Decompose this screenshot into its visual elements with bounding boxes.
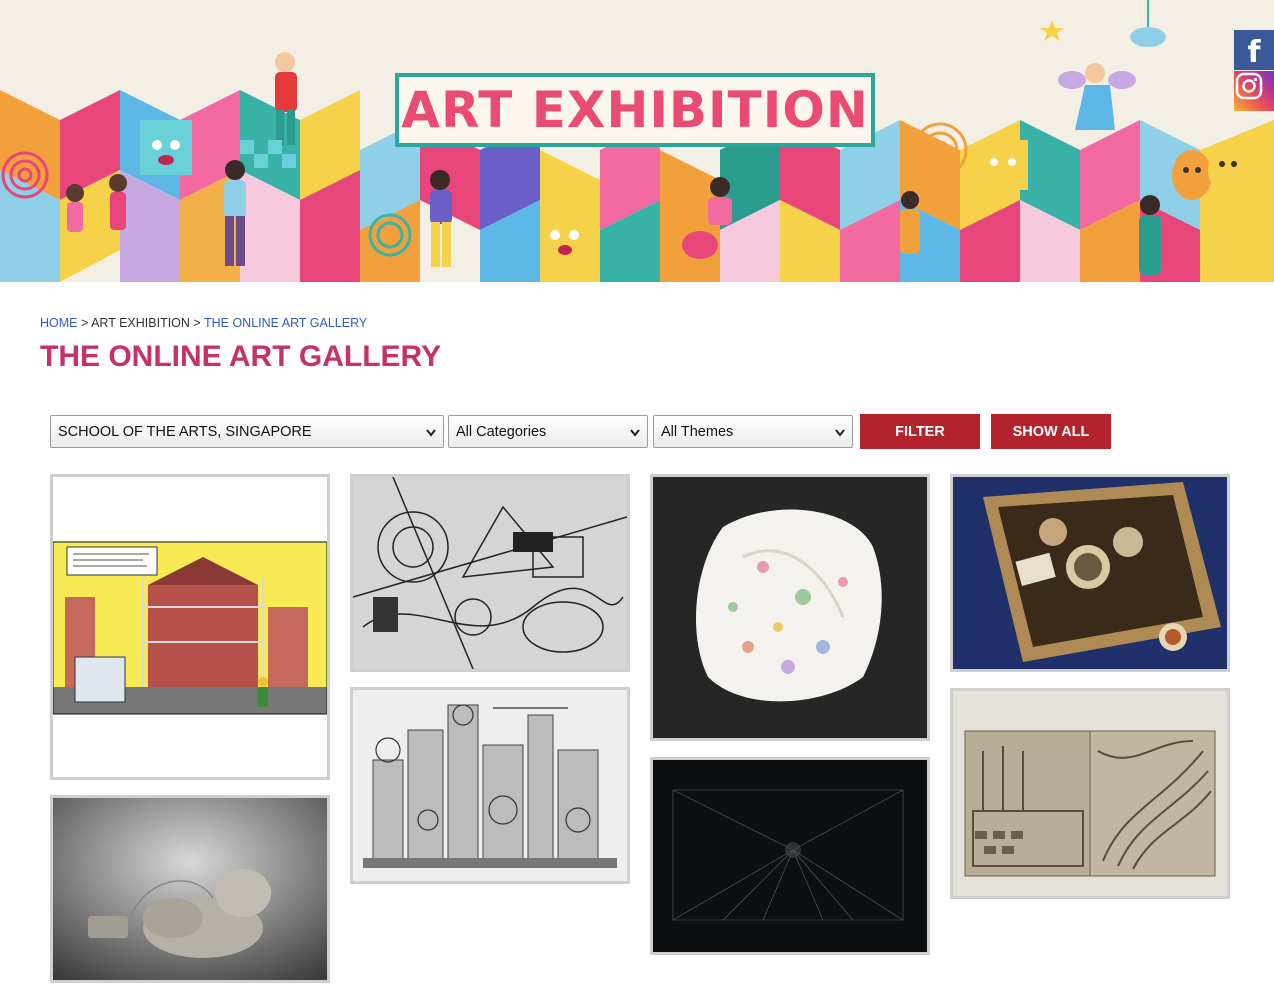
banner-title: ART EXHIBITION: [401, 81, 869, 139]
facebook-link[interactable]: f: [1234, 30, 1274, 70]
artwork-dark-line-diagram: [653, 760, 927, 952]
facebook-icon: f: [1247, 35, 1261, 70]
theme-select[interactable]: All Themes: [653, 415, 853, 448]
theme-select-value: All Themes: [661, 423, 734, 440]
instagram-icon: [1235, 72, 1263, 100]
breadcrumb: HOME > ART EXHIBITION > THE ONLINE ART G…: [40, 316, 367, 330]
artwork-floral-fabric-sculpture: [653, 477, 927, 738]
category-select-value: All Categories: [456, 423, 547, 440]
artwork-relief-tile-sculpture: [953, 691, 1227, 896]
artwork-card[interactable]: [50, 795, 330, 983]
page-title: THE ONLINE ART GALLERY: [40, 340, 442, 373]
artwork-card[interactable]: [650, 474, 930, 741]
school-select[interactable]: SCHOOL OF THE ARTS, SINGAPORE: [50, 415, 444, 448]
breadcrumb-home-link[interactable]: HOME: [40, 316, 78, 330]
show-all-button[interactable]: SHOW ALL: [991, 414, 1111, 449]
artwork-comic-street-scene: [53, 541, 327, 715]
artwork-marbles-in-box-painting: [953, 477, 1227, 669]
chevron-down-icon: [835, 429, 845, 437]
artwork-card[interactable]: [350, 474, 630, 672]
breadcrumb-separator: >: [77, 316, 92, 330]
artwork-card[interactable]: [650, 757, 930, 955]
artwork-card[interactable]: [950, 474, 1230, 672]
category-select[interactable]: All Categories: [448, 415, 648, 448]
banner-title-box: ART EXHIBITION: [395, 73, 875, 147]
breadcrumb-art-exhibition[interactable]: ART EXHIBITION: [91, 316, 190, 330]
school-select-value: SCHOOL OF THE ARTS, SINGAPORE: [58, 423, 312, 440]
chevron-down-icon: [426, 429, 436, 437]
chevron-down-icon: [630, 429, 640, 437]
artwork-card[interactable]: [950, 688, 1230, 899]
breadcrumb-current-link[interactable]: THE ONLINE ART GALLERY: [204, 316, 367, 330]
artwork-card[interactable]: [50, 474, 330, 780]
instagram-link[interactable]: [1234, 71, 1274, 111]
header-banner: ART EXHIBITION f: [0, 0, 1274, 282]
artwork-pencil-abstract-drawing: [353, 477, 627, 669]
artwork-ceramic-figure-with-cord: [53, 798, 327, 980]
filter-button[interactable]: FILTER: [860, 414, 980, 449]
breadcrumb-separator: >: [189, 316, 204, 330]
artwork-mechanical-city-drawing: [353, 690, 627, 881]
artwork-card[interactable]: [350, 687, 630, 884]
